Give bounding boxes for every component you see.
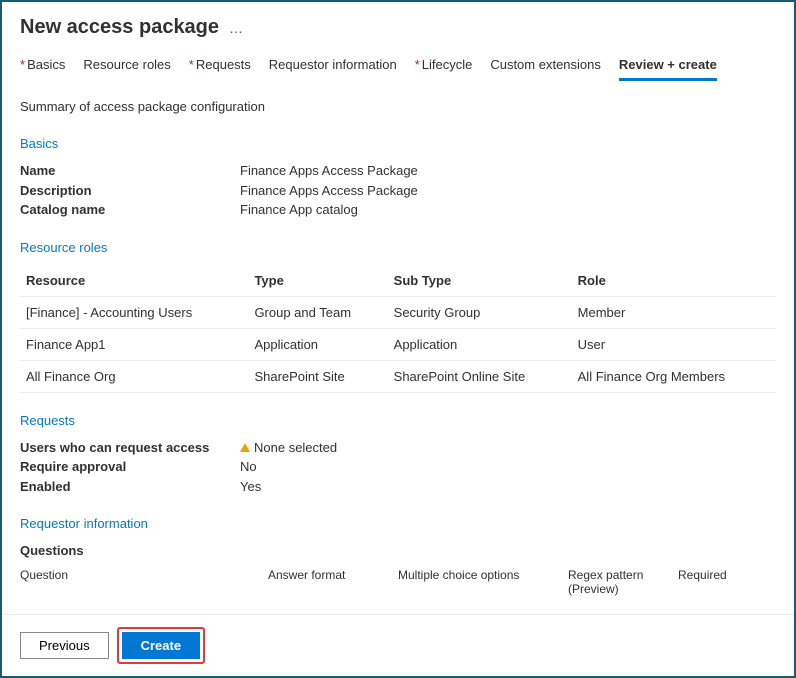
content-area: Summary of access package configuration … — [2, 81, 794, 635]
value-enabled: Yes — [240, 477, 776, 497]
requests-enabled-row: Enabled Yes — [20, 477, 776, 497]
required-asterisk-icon: * — [415, 57, 420, 72]
value-catalog: Finance App catalog — [240, 200, 776, 220]
tab-bar: *Basics Resource roles *Requests Request… — [2, 47, 794, 81]
label-catalog: Catalog name — [20, 200, 240, 220]
tab-requests[interactable]: *Requests — [189, 57, 251, 81]
page-header: New access package … — [2, 2, 794, 47]
label-description: Description — [20, 181, 240, 201]
warning-icon — [240, 443, 250, 452]
requests-approval-row: Require approval No — [20, 457, 776, 477]
requests-who-row: Users who can request access None select… — [20, 438, 776, 458]
footer-bar: Previous Create — [2, 614, 794, 676]
summary-text: Summary of access package configuration — [20, 99, 776, 114]
col-resource: Resource — [20, 265, 248, 297]
tab-requestor-information[interactable]: Requestor information — [269, 57, 397, 81]
basics-description-row: Description Finance Apps Access Package — [20, 181, 776, 201]
basics-catalog-row: Catalog name Finance App catalog — [20, 200, 776, 220]
basics-name-row: Name Finance Apps Access Package — [20, 161, 776, 181]
col-role: Role — [572, 265, 776, 297]
qcol-answer-format: Answer format — [268, 568, 398, 596]
label-who: Users who can request access — [20, 438, 240, 458]
label-name: Name — [20, 161, 240, 181]
table-row: [Finance] - Accounting Users Group and T… — [20, 296, 776, 328]
create-highlight: Create — [117, 627, 205, 664]
section-requestor-info-title: Requestor information — [20, 516, 776, 531]
more-actions-icon[interactable]: … — [229, 20, 245, 36]
tab-lifecycle[interactable]: *Lifecycle — [415, 57, 473, 81]
resource-roles-table: Resource Type Sub Type Role [Finance] - … — [20, 265, 776, 393]
label-approval: Require approval — [20, 457, 240, 477]
page-title: New access package — [20, 16, 219, 39]
value-name: Finance Apps Access Package — [240, 161, 776, 181]
table-header-row: Resource Type Sub Type Role — [20, 265, 776, 297]
section-requests-title: Requests — [20, 413, 776, 428]
section-resource-roles-title: Resource roles — [20, 240, 776, 255]
value-who: None selected — [240, 438, 776, 458]
tab-basics[interactable]: *Basics — [20, 57, 65, 81]
label-enabled: Enabled — [20, 477, 240, 497]
value-approval: No — [240, 457, 776, 477]
col-type: Type — [248, 265, 387, 297]
qcol-required: Required — [678, 568, 776, 596]
tab-review-create[interactable]: Review + create — [619, 57, 717, 81]
required-asterisk-icon: * — [189, 57, 194, 72]
section-basics-title: Basics — [20, 136, 776, 151]
questions-subtitle: Questions — [20, 543, 776, 558]
value-description: Finance Apps Access Package — [240, 181, 776, 201]
tab-resource-roles[interactable]: Resource roles — [83, 57, 170, 81]
table-row: All Finance Org SharePoint Site SharePoi… — [20, 360, 776, 392]
previous-button[interactable]: Previous — [20, 632, 109, 659]
qcol-multiple-choice: Multiple choice options — [398, 568, 568, 596]
required-asterisk-icon: * — [20, 57, 25, 72]
col-subtype: Sub Type — [388, 265, 572, 297]
table-row: Finance App1 Application Application Use… — [20, 328, 776, 360]
qcol-question: Question — [20, 568, 268, 596]
tab-custom-extensions[interactable]: Custom extensions — [490, 57, 601, 81]
qcol-regex: Regex pattern (Preview) — [568, 568, 678, 596]
create-button[interactable]: Create — [122, 632, 200, 659]
questions-header-row: Question Answer format Multiple choice o… — [20, 562, 776, 602]
